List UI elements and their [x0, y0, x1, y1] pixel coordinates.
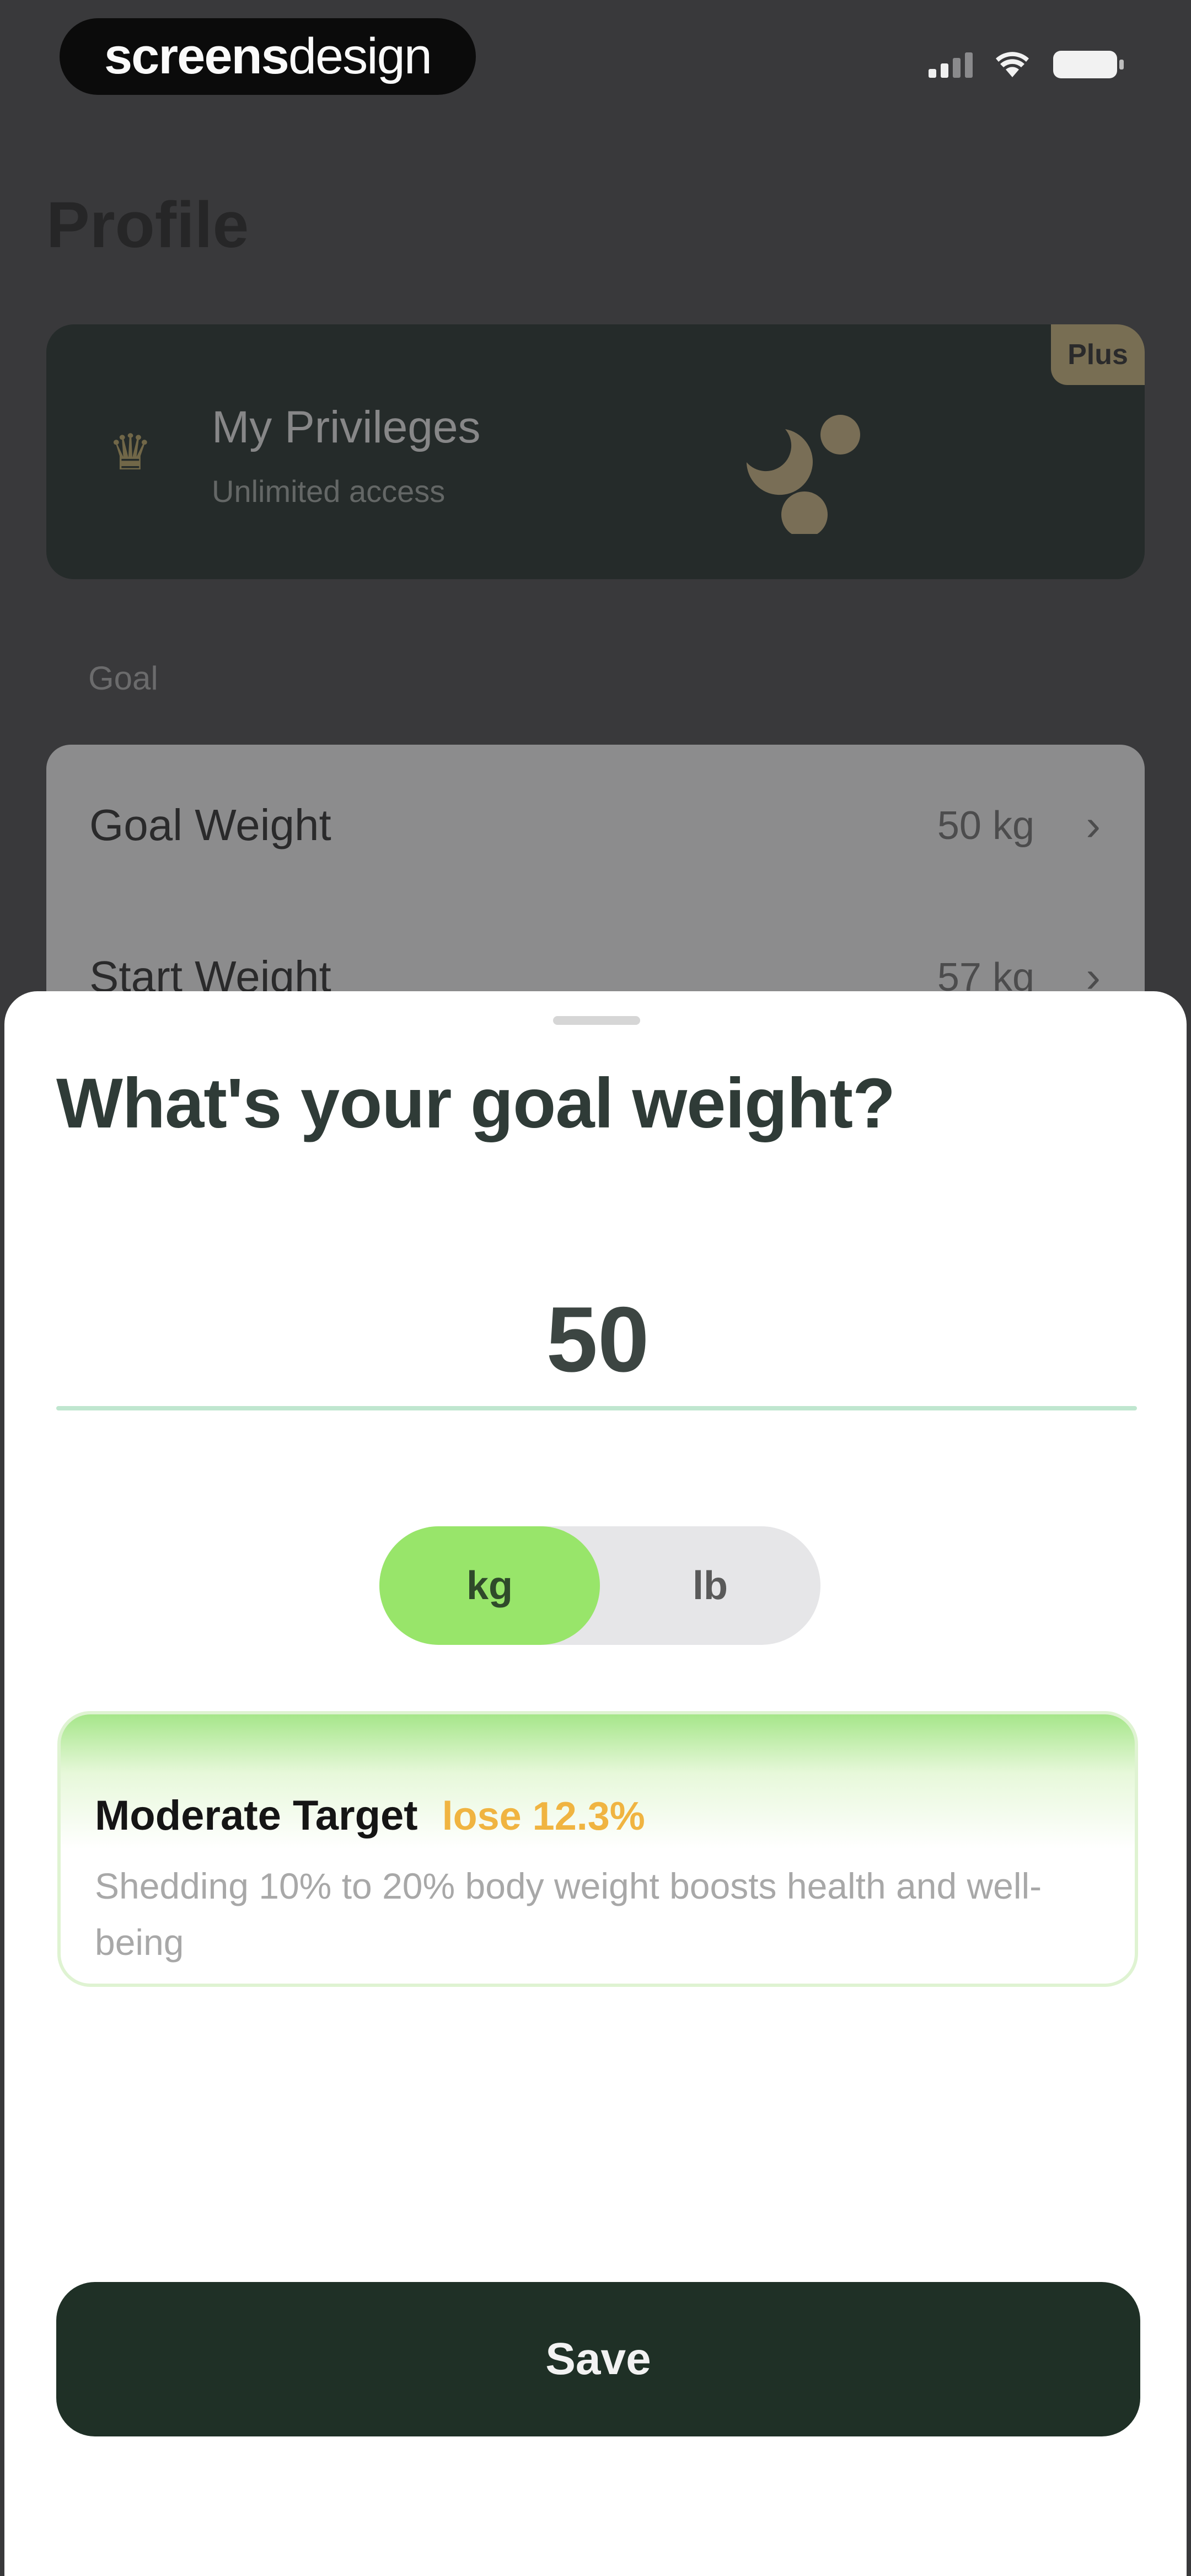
- input-underline: [56, 1406, 1137, 1410]
- privileges-title: My Privileges: [212, 402, 481, 452]
- privileges-card[interactable]: ♛ My Privileges Unlimited access Plus: [46, 324, 1145, 579]
- battery-icon: [1053, 51, 1124, 78]
- crown-icon: ♛: [108, 425, 153, 480]
- page-title: Profile: [46, 189, 249, 261]
- goal-weight-label[interactable]: Goal Weight: [89, 800, 331, 851]
- unit-option-kg[interactable]: kg: [379, 1526, 600, 1645]
- target-description: Shedding 10% to 20% body weight boosts h…: [95, 1866, 1042, 1963]
- status-icons: [929, 49, 1125, 81]
- unit-toggle[interactable]: kg lb: [379, 1526, 820, 1645]
- save-button[interactable]: Save: [56, 2282, 1140, 2436]
- brand-logo-bold: screens: [104, 28, 289, 84]
- goal-weight-value: 50 kg: [937, 804, 1034, 848]
- cellular-signal-icon: [929, 51, 973, 78]
- sheet-title: What's your goal weight?: [56, 1064, 895, 1143]
- section-label: Goal: [88, 660, 158, 697]
- plus-badge: Plus: [1051, 324, 1145, 385]
- brand-logo: screens design: [60, 18, 476, 95]
- goal-weight-input[interactable]: [56, 1273, 1139, 1406]
- unit-option-lb[interactable]: lb: [600, 1526, 820, 1645]
- target-info-card: Moderate Target lose 12.3% Shedding 10% …: [57, 1711, 1138, 1987]
- goal-weight-sheet: What's your goal weight? kg lb Moderate …: [4, 991, 1187, 2576]
- wifi-icon: [996, 52, 1029, 77]
- target-change: lose 12.3%: [442, 1794, 645, 1839]
- target-header: Moderate Target lose 12.3%: [95, 1792, 645, 1840]
- chevron-right-icon: ›: [1086, 800, 1101, 849]
- brand-logo-light: design: [288, 28, 432, 84]
- target-title: Moderate Target: [95, 1792, 418, 1839]
- privileges-subtitle: Unlimited access: [212, 474, 446, 509]
- drag-handle[interactable]: [553, 1016, 640, 1025]
- goal-settings-card: Goal Weight 50 kg › Start Weight 57 kg ›: [46, 745, 1145, 1020]
- decorative-moon-icon: [747, 415, 860, 534]
